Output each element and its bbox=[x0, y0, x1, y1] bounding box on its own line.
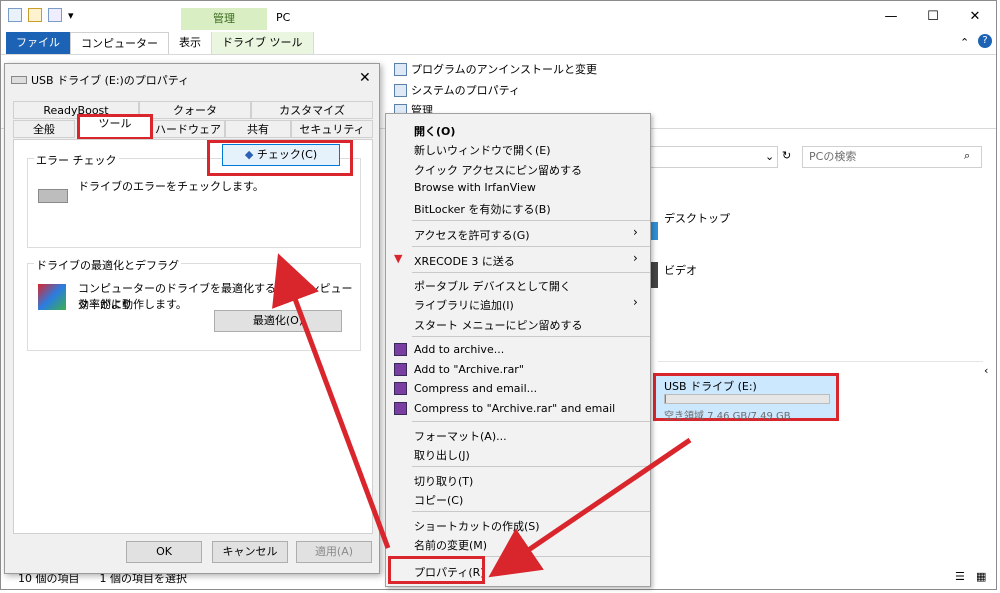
arrow-to-check bbox=[272, 253, 391, 549]
arrow-to-properties bbox=[488, 437, 692, 578]
annotation-arrows bbox=[272, 253, 692, 578]
